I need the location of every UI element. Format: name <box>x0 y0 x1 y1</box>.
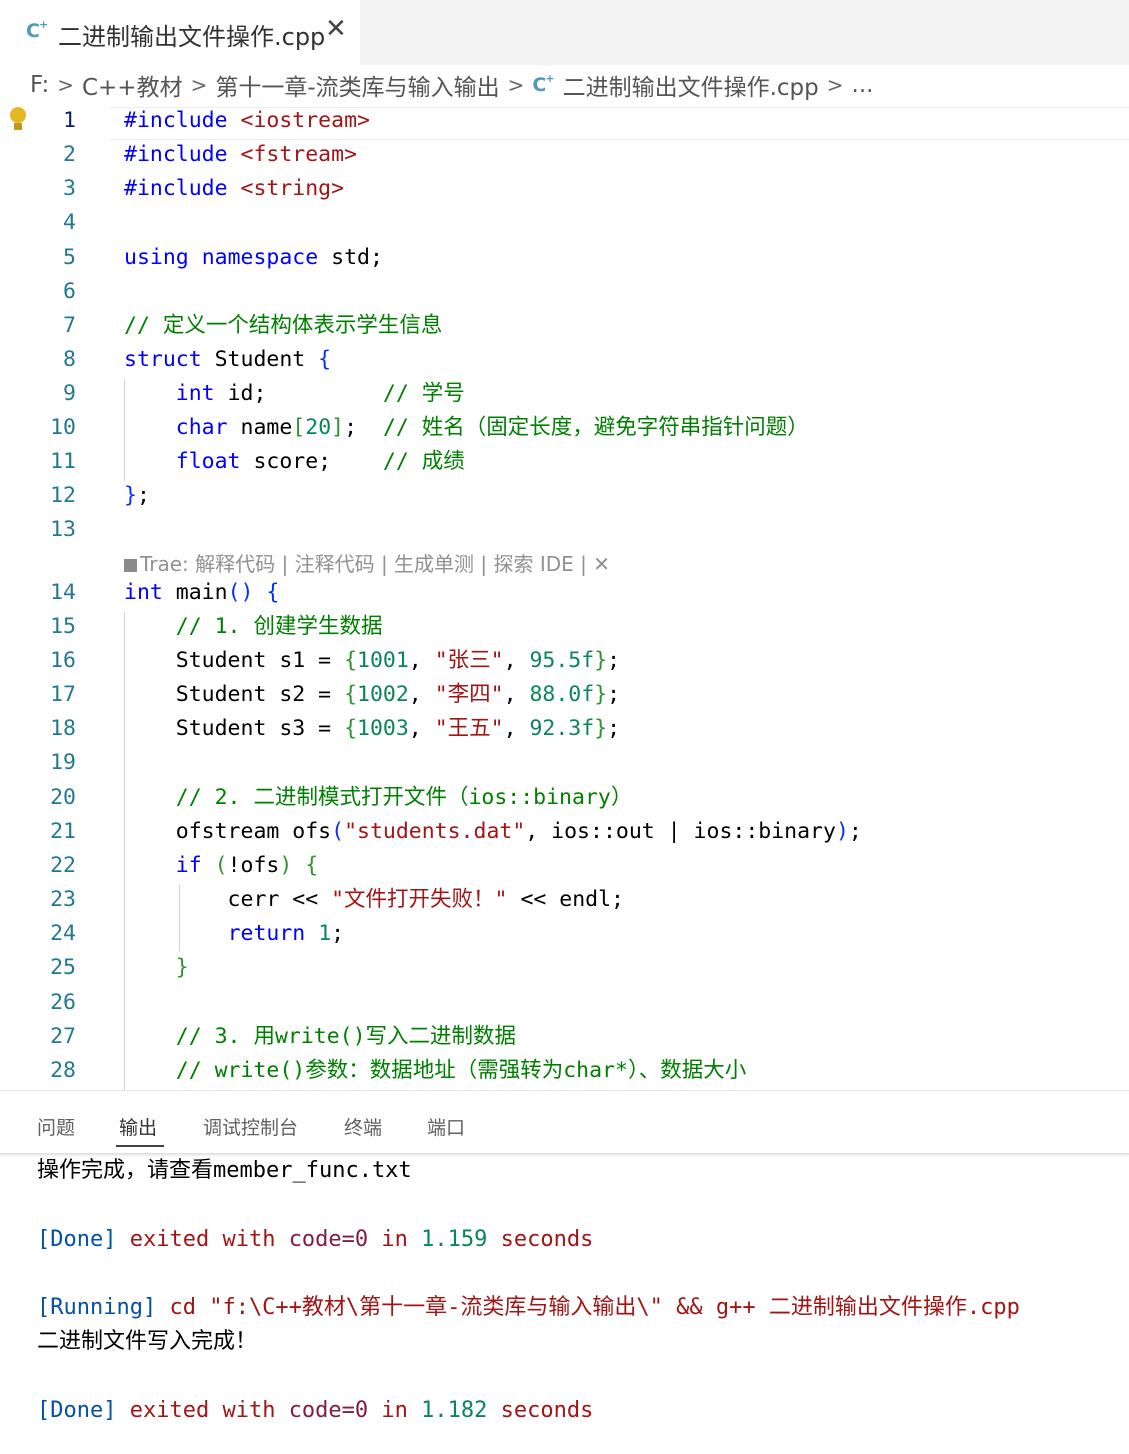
code-line: 4 <box>0 206 1129 240</box>
output-running-line: [Running] cd "f:\C++教材\第十一章-流类库与输入输出\" &… <box>37 1295 1020 1320</box>
code-line: 5 using namespace std; <box>0 241 1129 275</box>
cpp-file-icon: C + <box>26 18 49 42</box>
line-number: 15 <box>50 614 76 639</box>
line-number: 13 <box>50 517 76 542</box>
breadcrumb-folder[interactable]: 第十一章-流类库与输入输出 <box>215 68 499 102</box>
output-done-line: [Done] exited with code=0 in 1.159 secon… <box>37 1227 594 1252</box>
line-number: 2 <box>63 142 76 167</box>
line-number: 18 <box>50 716 76 741</box>
line-number: 10 <box>50 415 76 440</box>
line-number: 24 <box>50 921 76 946</box>
tab-debug-console[interactable]: 调试控制台 <box>203 1113 298 1140</box>
line-number: 4 <box>63 210 76 235</box>
editor-tab-active[interactable]: C + 二进制输出文件操作.cpp ✕ <box>0 0 360 65</box>
line-number: 9 <box>63 381 76 406</box>
tab-problems[interactable]: 问题 <box>37 1113 75 1140</box>
code-line: 2 #include <fstream> <box>0 138 1129 172</box>
line-number: 6 <box>63 279 76 304</box>
breadcrumb-folder[interactable]: C++教材 <box>82 68 183 102</box>
code-line: 24 return 1; <box>0 917 1129 951</box>
line-number: 7 <box>63 313 76 338</box>
code-line: 22 if (!ofs) { <box>0 849 1129 883</box>
panel-tabs: 问题 输出 调试控制台 终端 端口 <box>0 1091 1129 1153</box>
code-line: 18 Student s3 = {1003, "王五", 92.3f}; <box>0 712 1129 746</box>
breadcrumb: F: > C++教材 > 第十一章-流类库与输入输出 > C + 二进制输出文件操… <box>30 68 873 102</box>
code-line: 12}; <box>0 479 1129 513</box>
code-line: 9 int id; // 学号 <box>0 377 1129 411</box>
close-tab-icon[interactable]: ✕ <box>325 14 347 44</box>
code-line: 1 #include <iostream> <box>0 104 1129 138</box>
line-number: 23 <box>50 887 76 912</box>
output-line: 操作完成，请查看member_func.txt <box>37 1158 412 1183</box>
line-number: 28 <box>50 1058 76 1083</box>
tab-ports[interactable]: 端口 <box>427 1113 465 1140</box>
active-tab-indicator <box>116 1145 164 1147</box>
breadcrumb-more[interactable]: ... <box>852 72 874 98</box>
code-line: 13 <box>0 513 1129 547</box>
tab-terminal[interactable]: 终端 <box>344 1113 382 1140</box>
line-number: 16 <box>50 648 76 673</box>
breadcrumb-file[interactable]: 二进制输出文件操作.cpp <box>563 68 819 102</box>
chevron-right-icon: > <box>57 73 74 97</box>
output-done-line: [Done] exited with code=0 in 1.182 secon… <box>37 1398 594 1423</box>
editor-tab-bar: C + 二进制输出文件操作.cpp ✕ <box>0 0 1129 65</box>
code-line: 26 <box>0 986 1129 1020</box>
cpp-file-icon: C + <box>532 72 555 96</box>
line-number: 14 <box>50 580 76 605</box>
code-line: 21 ofstream ofs("students.dat", ios::out… <box>0 815 1129 849</box>
line-number: 12 <box>50 483 76 508</box>
code-line: 16 Student s1 = {1001, "张三", 95.5f}; <box>0 644 1129 678</box>
tab-output[interactable]: 输出 <box>119 1113 157 1140</box>
code-line: 8 struct Student { <box>0 343 1129 377</box>
bottom-panel: 问题 输出 调试控制台 终端 端口 操作完成，请查看member_func.tx… <box>0 1090 1129 1454</box>
code-line: 10 char name[20]; // 姓名（固定长度，避免字符串指针问题） <box>0 411 1129 445</box>
line-number: 27 <box>50 1024 76 1049</box>
line-number: 1 <box>63 108 76 133</box>
line-number: 19 <box>50 750 76 775</box>
line-number: 17 <box>50 682 76 707</box>
code-line: 11 float score; // 成绩 <box>0 445 1129 479</box>
line-number: 21 <box>50 819 76 844</box>
breadcrumb-drive[interactable]: F: <box>30 72 49 98</box>
line-number: 25 <box>50 955 76 980</box>
code-line: 6 <box>0 275 1129 309</box>
code-editor[interactable]: 1 #include <iostream> 2 #include <fstream>… <box>0 104 1129 1090</box>
line-number: 3 <box>63 176 76 201</box>
code-line: 28 // write()参数：数据地址（需强转为char*）、数据大小 <box>0 1054 1129 1088</box>
chevron-right-icon: > <box>826 73 844 97</box>
code-line: 3 #include <string> <box>0 172 1129 206</box>
code-line: 19 <box>0 746 1129 780</box>
line-number: 11 <box>50 449 76 474</box>
code-line: 15 // 1. 创建学生数据 <box>0 610 1129 644</box>
code-line: 17 Student s2 = {1002, "李四", 88.0f}; <box>0 678 1129 712</box>
code-line: 25 } <box>0 951 1129 985</box>
chevron-right-icon: > <box>507 73 525 97</box>
codelens-icon <box>124 559 137 572</box>
code-line: 20 // 2. 二进制模式打开文件（ios::binary） <box>0 781 1129 815</box>
line-number: 8 <box>63 347 76 372</box>
code-line: 23 cerr << "文件打开失败！" << endl; <box>0 883 1129 917</box>
line-number: 5 <box>63 245 76 270</box>
tab-title: 二进制输出文件操作.cpp <box>58 23 326 51</box>
line-number: 22 <box>50 853 76 878</box>
code-line: 27 // 3. 用write()写入二进制数据 <box>0 1020 1129 1054</box>
code-line: 14 int main() { <box>0 576 1129 610</box>
line-number: 20 <box>50 785 76 810</box>
code-line: 7// 定义一个结构体表示学生信息 <box>0 309 1129 343</box>
output-line: 二进制文件写入完成！ <box>37 1329 258 1354</box>
chevron-right-icon: > <box>190 73 208 97</box>
line-number: 26 <box>50 990 76 1015</box>
